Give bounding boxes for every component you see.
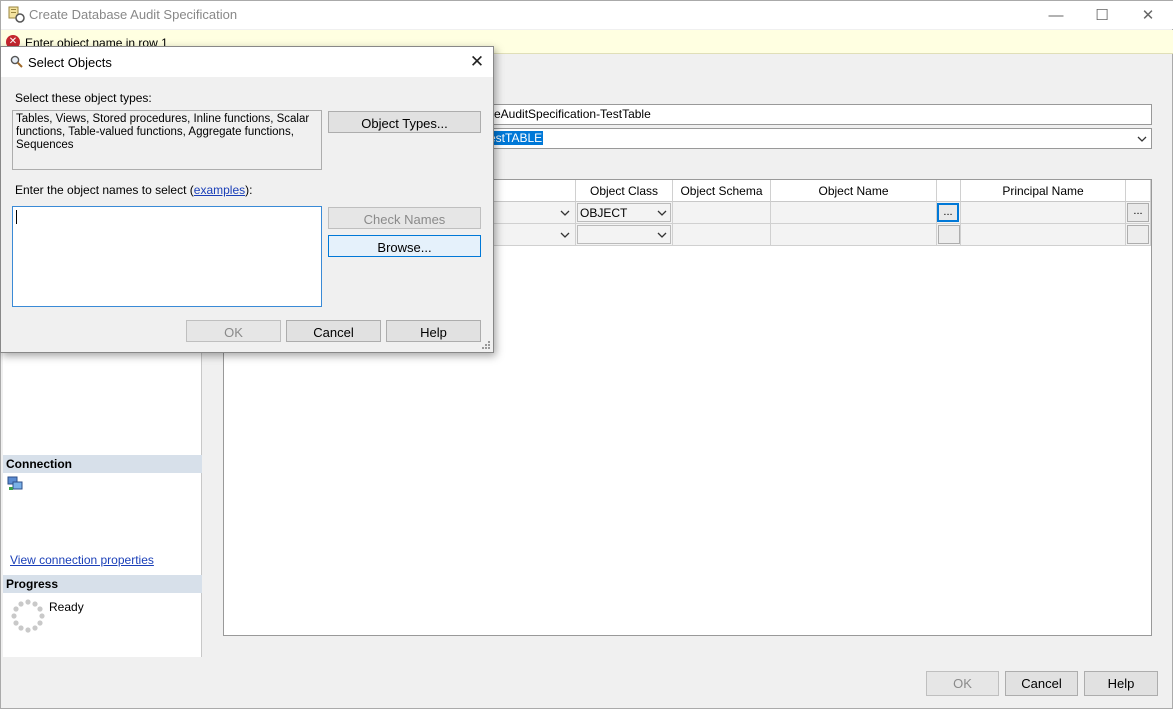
table-row-2-object-class-cell[interactable] — [576, 224, 673, 246]
progress-header: Progress — [3, 575, 202, 593]
principal-browse-button[interactable]: ... — [1127, 203, 1149, 222]
search-icon — [10, 55, 23, 68]
column-header-object-browse — [937, 180, 961, 202]
principal-browse-button[interactable] — [1127, 225, 1149, 244]
column-header-object-class: Object Class — [576, 180, 673, 202]
check-names-button[interactable]: Check Names — [328, 207, 481, 229]
view-connection-properties-link[interactable]: View connection properties — [10, 553, 154, 567]
minimize-icon: — — [1048, 6, 1064, 24]
object-names-label-suffix: ): — [245, 183, 253, 197]
chevron-down-icon — [655, 205, 669, 220]
dialog-help-button[interactable]: Help — [386, 320, 481, 342]
table-row-2-object-browse-cell — [937, 224, 961, 246]
cancel-button[interactable]: Cancel — [1005, 671, 1078, 696]
dialog-title: Select Objects — [28, 55, 112, 70]
text-caret — [16, 210, 17, 224]
minimize-button[interactable]: — — [1033, 1, 1079, 29]
table-row-1-object-schema-cell[interactable] — [673, 202, 771, 224]
table-row-2-object-schema-cell[interactable] — [673, 224, 771, 246]
object-types-label: Select these object types: — [15, 91, 152, 105]
close-icon: ✕ — [1141, 7, 1155, 24]
object-names-input[interactable] — [12, 206, 322, 307]
select-objects-dialog: Select Objects ✕ Select these object typ… — [0, 46, 494, 353]
object-class-combo[interactable]: OBJECT — [577, 203, 671, 222]
audit-selected-value: estTABLE — [488, 131, 544, 145]
close-window-button[interactable]: ✕ — [1125, 1, 1171, 29]
column-header-object-name: Object Name — [771, 180, 937, 202]
table-row-1-object-name-cell[interactable] — [771, 202, 937, 224]
dialog-cancel-button[interactable]: Cancel — [286, 320, 381, 342]
table-row-2-principal-browse-cell — [1126, 224, 1151, 246]
dialog-titlebar: Select Objects ✕ — [1, 47, 493, 77]
help-button[interactable]: Help — [1084, 671, 1158, 696]
maximize-icon: ☐ — [1095, 7, 1109, 24]
chevron-down-icon — [558, 205, 572, 220]
specification-name-field[interactable]: seAuditSpecification-TestTable — [483, 104, 1152, 125]
chevron-down-icon — [1135, 131, 1149, 146]
window-title: Create Database Audit Specification — [29, 7, 238, 22]
progress-status: Ready — [49, 600, 84, 614]
column-header-principal-browse — [1126, 180, 1151, 202]
object-names-label: Enter the object names to select (exampl… — [15, 183, 252, 197]
object-class-combo[interactable] — [577, 225, 671, 244]
table-row-1-object-class-cell[interactable]: OBJECT — [576, 202, 673, 224]
close-icon: ✕ — [469, 52, 485, 71]
column-header-action — [481, 180, 576, 202]
object-class-value: OBJECT — [580, 206, 628, 220]
object-types-display: Tables, Views, Stored procedures, Inline… — [12, 110, 322, 170]
table-row-1-principal-name-cell[interactable] — [961, 202, 1126, 224]
chevron-down-icon — [655, 227, 669, 242]
table-row-2-action-cell[interactable] — [481, 224, 576, 246]
dialog-ok-button[interactable]: OK — [186, 320, 281, 342]
object-types-button[interactable]: Object Types... — [328, 111, 481, 133]
database-audit-app-icon — [8, 6, 25, 23]
ok-button[interactable]: OK — [926, 671, 999, 696]
object-names-label-prefix: Enter the object names to select ( — [15, 183, 194, 197]
examples-link[interactable]: examples — [194, 183, 245, 197]
maximize-button[interactable]: ☐ — [1079, 1, 1125, 29]
resize-grip-icon[interactable] — [481, 340, 491, 350]
browse-button[interactable]: Browse... — [328, 235, 481, 257]
main-titlebar: Create Database Audit Specification — ☐ … — [1, 1, 1173, 29]
table-row-1-principal-browse-cell: ... — [1126, 202, 1151, 224]
table-row-2-principal-name-cell[interactable] — [961, 224, 1126, 246]
table-row-1-object-browse-cell: ... — [937, 202, 961, 224]
server-connection-icon — [7, 476, 23, 490]
progress-spinner-icon — [11, 599, 45, 633]
dialog-close-button[interactable]: ✕ — [463, 50, 491, 74]
audit-select[interactable]: estTABLE — [483, 128, 1152, 149]
column-header-principal-name: Principal Name — [961, 180, 1126, 202]
column-header-object-schema: Object Schema — [673, 180, 771, 202]
chevron-down-icon — [558, 227, 572, 242]
object-browse-button[interactable]: ... — [937, 203, 959, 222]
table-row-1-action-cell[interactable] — [481, 202, 576, 224]
table-row-2-object-name-cell[interactable] — [771, 224, 937, 246]
object-browse-button[interactable] — [938, 225, 960, 244]
connection-header: Connection — [3, 455, 202, 473]
